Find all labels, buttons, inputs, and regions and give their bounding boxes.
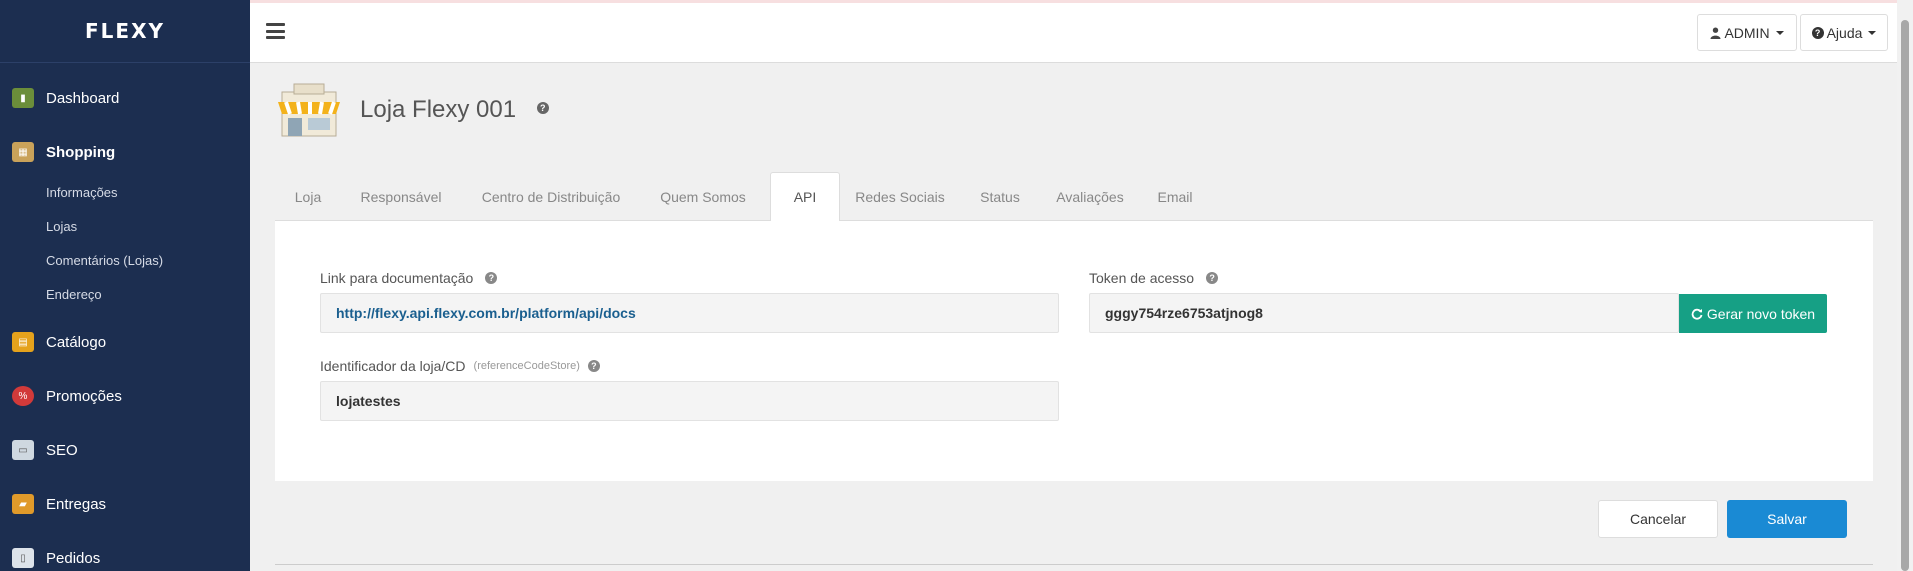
tab-redes-sociais[interactable]: Redes Sociais [840,172,960,221]
sidebar-item-dashboard[interactable]: ▮ Dashboard [0,78,250,118]
seo-icon: ▭ [12,440,34,460]
catalog-icon: ▤ [12,332,34,352]
token-label: Token de acesso ? [1089,270,1219,286]
sidebar-item-label: Dashboard [46,89,120,107]
doc-link-label: Link para documentação ? [320,270,498,286]
store-id-label: Identificador da loja/CD (referenceCodeS… [320,358,600,374]
question-circle-icon: ? [1811,26,1824,39]
sidebar-item-shopping[interactable]: ▦ Shopping [0,132,250,172]
page-title: Loja Flexy 001 ? [360,96,549,124]
shopping-icon: ▦ [12,142,34,162]
promotions-icon: % [12,386,34,406]
sidebar-item-entregas[interactable]: ▰ Entregas [0,484,250,524]
doc-link-label-text: Link para documentação [320,270,474,286]
tab-email[interactable]: Email [1140,172,1210,221]
sidebar: FLEXY ▮ Dashboard ▦ Shopping Informações… [0,0,250,571]
store-id-field[interactable]: lojatestes [320,381,1059,421]
chevron-down-icon [1775,30,1784,35]
app-logo[interactable]: FLEXY [0,0,250,63]
generate-token-button[interactable]: Gerar novo token [1679,294,1827,333]
tab-bar: Loja Responsável Centro de Distribuição … [275,172,1873,222]
sidebar-item-seo[interactable]: ▭ SEO [0,430,250,470]
cancel-button[interactable]: Cancelar [1598,500,1718,538]
question-circle-icon[interactable]: ? [587,360,600,372]
api-panel [275,221,1873,481]
help-label: Ajuda [1826,24,1863,41]
question-circle-icon[interactable]: ? [1206,272,1219,284]
tab-status[interactable]: Status [960,172,1040,221]
user-icon [1710,27,1721,39]
tab-avaliacoes[interactable]: Avaliações [1040,172,1140,221]
store-id-hint: (referenceCodeStore) [473,360,580,372]
sidebar-item-pedidos[interactable]: ▯ Pedidos [0,538,250,571]
sidebar-subitem-lojas[interactable]: Lojas [46,219,77,234]
help-dropdown-button[interactable]: ? Ajuda [1800,14,1888,51]
question-circle-icon[interactable]: ? [536,101,549,114]
token-field[interactable]: gggy754rze6753atjnog8 [1089,293,1679,333]
page-title-text: Loja Flexy 001 [360,96,517,123]
admin-dropdown-button[interactable]: ADMIN [1697,14,1797,51]
sidebar-item-catalogo[interactable]: ▤ Catálogo [0,322,250,362]
deliveries-icon: ▰ [12,494,34,514]
scrollbar-thumb[interactable] [1901,20,1909,571]
refresh-icon [1691,308,1703,320]
sidebar-subitem-informacoes[interactable]: Informações [46,185,118,200]
doc-link-field[interactable]: http://flexy.api.flexy.com.br/platform/a… [320,293,1059,333]
store-illustration [278,83,340,137]
sidebar-item-promocoes[interactable]: % Promoções [0,376,250,416]
sidebar-subitem-comentarios[interactable]: Comentários (Lojas) [46,253,163,268]
sidebar-item-label: SEO [46,441,78,459]
sidebar-item-label: Promoções [46,387,122,405]
token-label-text: Token de acesso [1089,270,1195,286]
tab-responsavel[interactable]: Responsável [341,172,461,221]
sidebar-subitem-endereco[interactable]: Endereço [46,287,102,302]
sidebar-item-label: Pedidos [46,549,101,567]
dashboard-icon: ▮ [12,88,34,108]
admin-label: ADMIN [1724,24,1770,41]
tab-loja[interactable]: Loja [275,172,341,221]
save-button[interactable]: Salvar [1727,500,1847,538]
tab-centro-distribuicao[interactable]: Centro de Distribuição [461,172,641,221]
menu-toggle-icon[interactable] [266,23,285,39]
chevron-down-icon [1868,30,1877,35]
tab-api[interactable]: API [770,172,840,222]
sidebar-item-label: Shopping [46,143,116,161]
sidebar-item-label: Catálogo [46,333,107,351]
store-id-label-text: Identificador da loja/CD [320,358,466,374]
orders-icon: ▯ [12,548,34,568]
question-circle-icon[interactable]: ? [485,272,498,284]
tab-quem-somos[interactable]: Quem Somos [641,172,765,221]
page-scrollbar[interactable] [1897,0,1913,571]
generate-token-label: Gerar novo token [1706,305,1816,322]
sidebar-item-label: Entregas [46,495,107,513]
topbar: ADMIN ? Ajuda [250,3,1897,63]
